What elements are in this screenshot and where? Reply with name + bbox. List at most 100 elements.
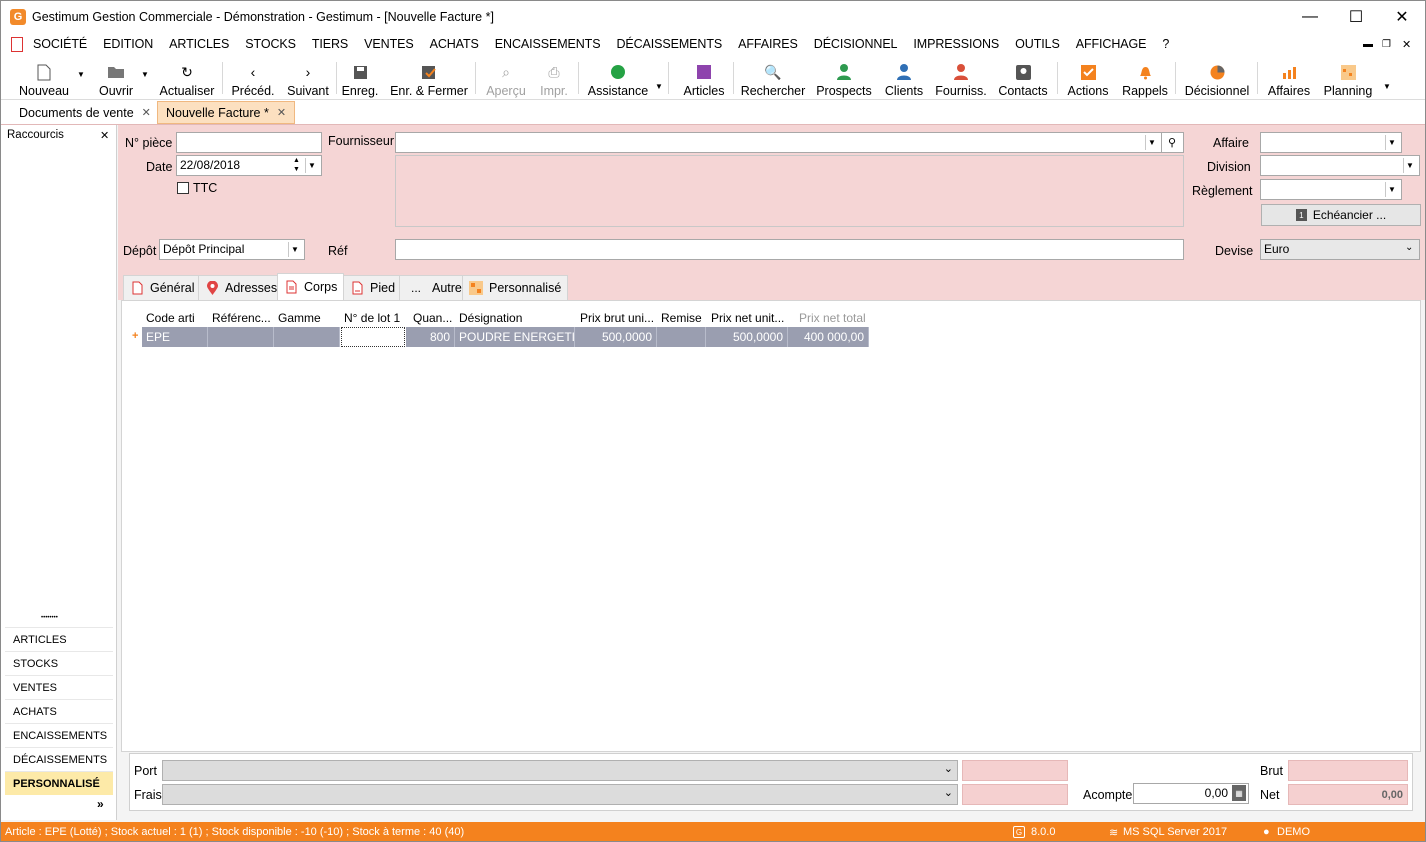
frais-select[interactable]: ⌄ <box>162 784 958 805</box>
acompte-input[interactable]: 0,00 ▦ <box>1133 783 1249 804</box>
depot-select[interactable]: Dépôt Principal ▼ ··· <box>159 239 305 260</box>
prospects-button[interactable]: Prospects <box>815 58 873 98</box>
fournisseur-dropdown-icon[interactable]: ▼ <box>1145 135 1158 150</box>
division-dropdown-icon[interactable]: ▼ <box>1403 158 1416 173</box>
affaires-button[interactable]: Affaires <box>1265 58 1313 98</box>
toolbar-overflow-right-icon[interactable]: ▼ <box>1383 82 1391 91</box>
fournisseur-input[interactable]: ▼ ⚲ <box>395 132 1184 153</box>
cell-prix-brut[interactable]: 500,0000 <box>575 327 657 347</box>
rechercher-button[interactable]: 🔍 Rechercher <box>741 58 806 99</box>
tab-personnalise[interactable]: Personnalisé <box>462 275 569 300</box>
menu-decaissements[interactable]: DÉCAISSEMENTS <box>608 37 730 51</box>
column-header-designation[interactable]: Désignation <box>459 311 575 326</box>
tab-documents-de-vente[interactable]: Documents de vente ✕ <box>11 101 159 124</box>
column-header-quantite[interactable]: Quan... <box>413 311 455 326</box>
close-tab-icon[interactable]: ✕ <box>277 106 286 119</box>
mdi-restore-icon[interactable]: ❐ <box>1382 39 1391 50</box>
calculator-icon[interactable]: ▦ <box>1232 785 1246 801</box>
devise-dropdown-icon[interactable]: ⌄ <box>1405 242 1413 253</box>
sidebar-item-decaissements[interactable]: DÉCAISSEMENTS <box>5 747 113 771</box>
frais-amount-field[interactable] <box>962 784 1068 805</box>
tab-general[interactable]: Général <box>123 275 202 300</box>
tab-adresses[interactable]: Adresses <box>198 275 285 300</box>
enregistrer-fermer-button[interactable]: Enr. & Fermer <box>388 58 470 98</box>
contacts-button[interactable]: Contacts <box>997 58 1049 98</box>
decisionnel-button[interactable]: Décisionnel <box>1183 58 1251 98</box>
cell-lot[interactable] <box>341 327 405 347</box>
depot-dropdown-icon[interactable]: ▼ <box>288 242 301 257</box>
date-dropdown-icon[interactable]: ▼ <box>305 158 318 173</box>
menu-outils[interactable]: OUTILS <box>1007 37 1068 51</box>
column-header-gamme[interactable]: Gamme <box>278 311 340 326</box>
precedent-button[interactable]: ‹ Précéd. <box>229 58 277 98</box>
cell-prix-net[interactable]: 500,0000 <box>706 327 788 347</box>
ref-input[interactable] <box>395 239 1184 260</box>
npiece-input[interactable] <box>176 132 322 153</box>
menu-edition[interactable]: EDITION <box>95 37 161 51</box>
nouveau-dropdown-icon[interactable]: ▼ <box>77 70 85 79</box>
rappels-button[interactable]: Rappels <box>1121 58 1169 98</box>
sidebar-item-achats[interactable]: ACHATS <box>5 699 113 723</box>
minimize-button[interactable]: — <box>1287 1 1333 32</box>
reglement-dropdown-icon[interactable]: ▼ <box>1385 182 1398 197</box>
column-header-reference[interactable]: Référenc... <box>212 311 274 326</box>
cell-remise[interactable] <box>657 327 706 347</box>
column-header-code[interactable]: Code arti <box>146 311 206 326</box>
menu-ventes[interactable]: VENTES <box>356 37 421 51</box>
division-select[interactable]: ▼ <box>1260 155 1420 176</box>
sidebar-splitter-grip[interactable]: •••••••• <box>41 615 58 621</box>
menu-stocks[interactable]: STOCKS <box>237 37 304 51</box>
port-select[interactable]: ⌄ <box>162 760 958 781</box>
fournisseur-search-icon[interactable]: ⚲ <box>1161 133 1182 152</box>
date-input[interactable]: 22/08/2018 ▲ ▼ ▼ <box>176 155 322 176</box>
menu-encaissements[interactable]: ENCAISSEMENTS <box>487 37 609 51</box>
menu-achats[interactable]: ACHATS <box>422 37 487 51</box>
cell-quantite[interactable]: 800 <box>406 327 455 347</box>
toolbar-overflow-icon[interactable]: ▼ <box>655 82 663 91</box>
actions-button[interactable]: Actions <box>1065 58 1111 98</box>
close-tab-icon[interactable]: ✕ <box>142 106 151 119</box>
articles-button[interactable]: Articles <box>681 58 727 98</box>
menu-articles[interactable]: ARTICLES <box>161 37 237 51</box>
sidebar-item-stocks[interactable]: STOCKS <box>5 651 113 675</box>
column-header-prix-net[interactable]: Prix net unit... <box>711 311 787 326</box>
assistance-button[interactable]: Assistance <box>586 58 650 98</box>
planning-button[interactable]: Planning <box>1321 58 1375 98</box>
devise-select[interactable]: Euro ⌄ <box>1260 239 1420 260</box>
menu-help[interactable]: ? <box>1154 37 1177 51</box>
column-header-prix-brut[interactable]: Prix brut uni... <box>580 311 656 326</box>
menu-societe[interactable]: SOCIÉTÉ <box>25 37 95 51</box>
enregistrer-button[interactable]: Enreg. <box>340 58 380 98</box>
port-dropdown-icon[interactable]: ⌄ <box>944 762 953 775</box>
close-window-button[interactable]: ✕ <box>1379 1 1425 32</box>
ouvrir-button[interactable]: Ouvrir <box>95 58 137 98</box>
menu-affaires[interactable]: AFFAIRES <box>730 37 806 51</box>
frais-dropdown-icon[interactable]: ⌄ <box>944 786 953 799</box>
affaire-select[interactable]: ▼ ··· <box>1260 132 1402 153</box>
echeancier-button[interactable]: 1 Echéancier ... <box>1261 204 1421 226</box>
cell-code[interactable]: EPE <box>142 327 208 347</box>
reglement-select[interactable]: ▼ ··· <box>1260 179 1402 200</box>
actualiser-button[interactable]: ↻ Actualiser <box>159 58 215 99</box>
tab-pied[interactable]: Pied <box>343 275 403 300</box>
column-header-remise[interactable]: Remise <box>661 311 707 326</box>
tab-corps[interactable]: Corps <box>277 273 345 300</box>
cell-prix-total[interactable]: 400 000,00 <box>788 327 869 347</box>
tab-nouvelle-facture[interactable]: Nouvelle Facture * ✕ <box>157 101 296 124</box>
sidebar-expand-icon[interactable]: » <box>97 797 104 811</box>
cell-designation[interactable]: POUDRE ENERGETI... <box>455 327 575 347</box>
apercu-button[interactable]: ⌕ Aperçu <box>483 58 529 99</box>
menu-decisionnel[interactable]: DÉCISIONNEL <box>806 37 906 51</box>
menu-impressions[interactable]: IMPRESSIONS <box>905 37 1007 51</box>
cell-reference[interactable] <box>208 327 274 347</box>
menu-tiers[interactable]: TIERS <box>304 37 356 51</box>
sidebar-item-personnalise[interactable]: PERSONNALISÉ <box>5 771 113 795</box>
sidebar-item-articles[interactable]: ARTICLES <box>5 627 113 651</box>
column-header-prix-total[interactable]: Prix net total <box>799 311 869 326</box>
maximize-button[interactable]: ☐ <box>1333 1 1379 32</box>
fournisseurs-button[interactable]: Fourniss. <box>935 58 987 98</box>
column-header-lot[interactable]: N° de lot 1 <box>344 311 410 326</box>
sidebar-item-encaissements[interactable]: ENCAISSEMENTS <box>5 723 113 747</box>
suivant-button[interactable]: › Suivant <box>285 58 331 98</box>
tab-autre[interactable]: ... Autre <box>399 275 469 300</box>
